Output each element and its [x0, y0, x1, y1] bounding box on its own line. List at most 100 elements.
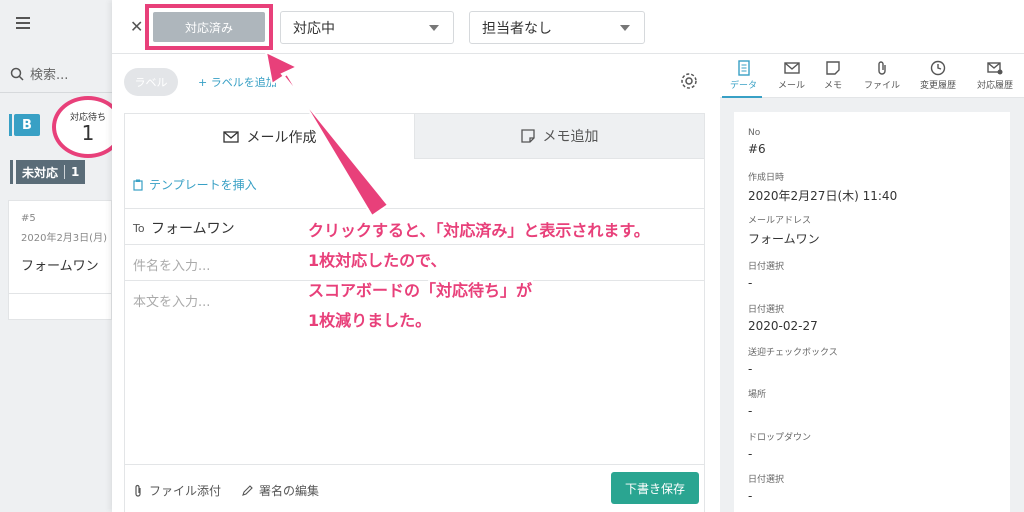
data-panel: データ メール メモ ファイル 変更履歴 対応履歴 No #6 作成日時 2020年…	[720, 0, 1024, 512]
tab-compose-label: メール作成	[246, 129, 317, 146]
tab-memo[interactable]: メモ追加	[414, 113, 705, 159]
tab-files[interactable]: ファイル	[864, 60, 900, 91]
insert-template-label: テンプレートを挿入	[149, 178, 257, 192]
tab-files-label: ファイル	[864, 81, 901, 91]
chevron-down-icon	[620, 25, 630, 31]
attach-file-button[interactable]: ファイル添付	[133, 482, 221, 499]
waiting-count: 1	[81, 121, 95, 145]
tab-memo-right-label: メモ	[824, 81, 843, 91]
add-label-link[interactable]: + ラベルを追加	[198, 74, 277, 90]
status-done-button[interactable]: 対応済み	[153, 12, 265, 42]
tab-change-history-label: 変更履歴	[920, 81, 957, 91]
annotation-line: 1枚対応したので、	[308, 251, 447, 270]
field-date-1: 日付選択 -	[748, 259, 784, 290]
divider	[125, 464, 704, 465]
card-number: #5	[21, 213, 36, 224]
field-label: 作成日時	[748, 173, 785, 183]
field-label: 送迎チェックボックス	[748, 348, 838, 358]
tab-data[interactable]: データ	[722, 60, 762, 98]
search-icon	[10, 67, 24, 81]
divider	[125, 208, 704, 209]
subject-input[interactable]: 件名を入力...	[133, 255, 210, 274]
label-pill[interactable]: ラベル	[124, 68, 178, 96]
menu-icon[interactable]	[16, 14, 36, 34]
divider	[0, 92, 112, 93]
divider	[9, 293, 113, 294]
paperclip-icon	[878, 61, 886, 75]
edit-signature-button[interactable]: 署名の編集	[241, 482, 319, 499]
unhandled-tag[interactable]: 未対応 1	[9, 160, 86, 184]
document-icon	[737, 60, 750, 76]
field-label: 日付選択	[748, 475, 785, 485]
field-label: 日付選択	[748, 305, 785, 315]
card-name: フォームワン	[21, 259, 99, 274]
assignee-select[interactable]: 担当者なし	[469, 11, 645, 44]
save-draft-button[interactable]: 下書き保存	[611, 472, 699, 504]
tab-response-history-label: 対応履歴	[977, 81, 1014, 91]
note-icon	[826, 61, 840, 75]
mail-icon	[222, 130, 239, 143]
field-no: No #6	[748, 128, 766, 156]
tab-mail[interactable]: メール	[778, 60, 805, 91]
insert-template-link[interactable]: テンプレートを挿入	[133, 176, 257, 193]
annotation-line: クリックすると、「対応済み」と表示されます。	[308, 221, 650, 240]
field-date-2: 日付選択 2020-02-27	[748, 302, 818, 333]
right-tab-bar: データ メール メモ ファイル 変更履歴 対応履歴	[720, 54, 1024, 98]
field-place: 場所 -	[748, 387, 766, 418]
gear-icon[interactable]	[680, 72, 698, 90]
to-label: To	[133, 222, 145, 235]
field-value: -	[748, 276, 753, 290]
status-select-value: 対応中	[293, 20, 335, 37]
status-select[interactable]: 対応中	[280, 11, 454, 44]
paperclip-icon	[135, 484, 141, 497]
body-textarea[interactable]: 本文を入力...	[133, 291, 210, 310]
field-value: フォームワン	[748, 232, 820, 246]
field-value: -	[748, 447, 753, 461]
list-pane: 検索... B 対応待ち 1 未対応 1 #5 2020年2月3日(月) フォー…	[0, 0, 124, 512]
chevron-down-icon	[429, 25, 439, 31]
field-label: No	[748, 128, 761, 138]
close-icon[interactable]: ✕	[130, 17, 143, 36]
field-value: -	[748, 489, 753, 503]
annotation-line: 1枚減りました。	[308, 311, 432, 330]
tab-mail-label: メール	[778, 81, 806, 91]
unhandled-label: 未対応	[22, 165, 59, 180]
tab-response-history[interactable]: 対応履歴	[977, 60, 1013, 91]
data-card: No #6 作成日時 2020年2月27日(木) 11:40 メールアドレスフォーム…	[734, 112, 1010, 512]
search-box[interactable]: 検索...	[10, 64, 68, 83]
tab-compose[interactable]: メール作成	[124, 113, 414, 159]
right-toolbar	[720, 0, 1024, 54]
assignee-select-value: 担当者なし	[482, 20, 552, 37]
field-email: メールアドレスフォームワン	[748, 213, 820, 247]
field-created: 作成日時 2020年2月27日(木) 11:40	[748, 170, 897, 204]
field-label: 日付選択	[748, 262, 785, 272]
attach-label: ファイル添付	[149, 484, 222, 498]
clock-icon	[930, 60, 946, 76]
detail-toolbar: ✕ 対応済み 対応中 担当者なし	[112, 0, 720, 54]
field-checkbox: 送迎チェックボックス -	[748, 345, 838, 376]
note-icon	[520, 129, 535, 143]
tab-data-label: データ	[730, 81, 758, 91]
field-value: 2020年2月27日(木) 11:40	[748, 189, 898, 203]
field-label: 場所	[748, 390, 767, 400]
field-value: 2020-02-27	[748, 319, 818, 333]
annotation-text: クリックすると、「対応済み」と表示されます。 1枚対応したので、 スコアボードの…	[308, 216, 650, 336]
to-field[interactable]: フォームワン	[151, 218, 235, 238]
unhandled-count: 1	[71, 165, 80, 179]
tab-change-history[interactable]: 変更履歴	[920, 60, 956, 91]
list-item[interactable]: #5 2020年2月3日(月) フォームワン	[8, 200, 113, 320]
active-indicator	[722, 96, 762, 98]
annotation-line: スコアボードの「対応待ち」が	[308, 281, 533, 300]
field-date-3: 日付選択 -	[748, 472, 784, 503]
field-label: メールアドレス	[748, 216, 812, 226]
tab-memo-right[interactable]: メモ	[824, 60, 842, 91]
search-placeholder: 検索...	[30, 68, 69, 83]
field-value: -	[748, 362, 753, 376]
scoreboard-b-tag[interactable]: B	[9, 114, 40, 136]
field-value: #6	[748, 142, 766, 156]
pencil-icon	[242, 484, 253, 496]
field-value: -	[748, 404, 753, 418]
field-label: ドロップダウン	[748, 433, 812, 443]
mail-check-icon	[987, 62, 1003, 75]
card-date: 2020年2月3日(月)	[21, 233, 107, 244]
